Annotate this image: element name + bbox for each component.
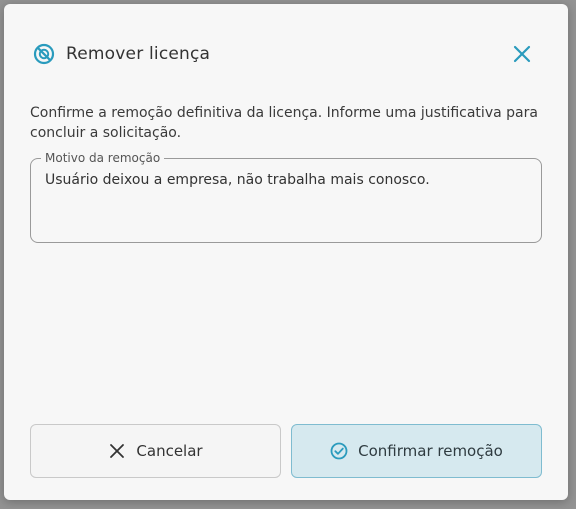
confirm-removal-button[interactable]: Confirmar remoção — [291, 424, 542, 478]
cancel-label: Cancelar — [136, 442, 203, 460]
remove-license-dialog: Remover licença Confirme a remoção defin… — [4, 4, 568, 500]
reason-field-value[interactable]: Usuário deixou a empresa, não trabalha m… — [45, 172, 529, 188]
check-circle-icon — [330, 442, 348, 460]
blocked-circle-icon — [32, 42, 56, 66]
reason-field-label: Motivo da remoção — [41, 151, 165, 165]
close-icon — [513, 45, 531, 63]
dialog-title: Remover licença — [66, 44, 211, 64]
reason-textarea[interactable]: Motivo da remoção Usuário deixou a empre… — [30, 151, 542, 243]
dialog-header: Remover licença — [32, 42, 210, 66]
dialog-description: Confirme a remoção definitiva da licença… — [30, 105, 538, 141]
cancel-button[interactable]: Cancelar — [30, 424, 281, 478]
confirm-label: Confirmar remoção — [358, 442, 503, 460]
close-button[interactable] — [512, 44, 532, 64]
x-icon — [108, 442, 126, 460]
